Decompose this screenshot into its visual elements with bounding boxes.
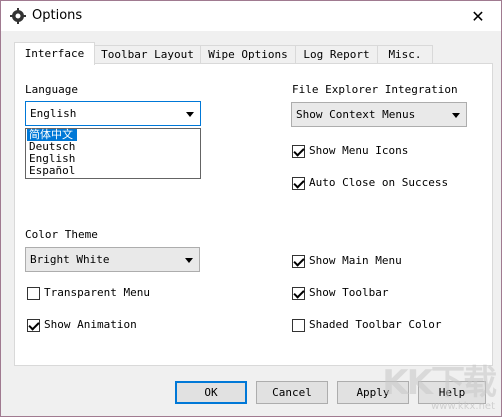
- tab-wipe-options[interactable]: Wipe Options: [200, 45, 296, 64]
- checkbox-box: [292, 177, 305, 190]
- checkbox-box: [292, 319, 305, 332]
- chevron-down-icon: [452, 113, 460, 118]
- auto-close-label: Auto Close on Success: [309, 176, 449, 189]
- tab-log-report[interactable]: Log Report: [295, 45, 378, 64]
- checkmark-icon: [293, 177, 305, 189]
- checkmark-icon: [28, 319, 40, 331]
- show-toolbar-label: Show Toolbar: [309, 286, 389, 299]
- checkbox-box: [292, 287, 305, 300]
- color-theme-value: Bright White: [30, 253, 110, 266]
- tab-misc[interactable]: Misc.: [377, 45, 433, 64]
- options-window: Options ✕ Interface Toolbar Layout Wipe …: [0, 0, 502, 417]
- apply-button[interactable]: Apply: [337, 381, 409, 404]
- file-explorer-label: File Explorer Integration: [292, 83, 458, 96]
- cancel-button[interactable]: Cancel: [256, 381, 328, 404]
- checkbox-box: [27, 319, 40, 332]
- checkbox-box: [27, 287, 40, 300]
- window-title: Options: [32, 8, 83, 23]
- language-select[interactable]: English: [25, 101, 201, 126]
- show-menu-icons-label: Show Menu Icons: [309, 144, 409, 157]
- checkbox-box: [292, 145, 305, 158]
- ok-button[interactable]: OK: [175, 381, 247, 404]
- chevron-down-icon: [186, 112, 194, 117]
- chevron-down-icon: [185, 258, 193, 263]
- show-animation-label: Show Animation: [44, 318, 137, 331]
- language-option-espanol[interactable]: Español: [27, 165, 199, 177]
- color-theme-label: Color Theme: [25, 228, 98, 241]
- title-bar: Options ✕: [1, 1, 501, 31]
- show-main-menu-label: Show Main Menu: [309, 254, 402, 267]
- app-gear-icon: [10, 8, 26, 24]
- checkmark-icon: [293, 145, 305, 157]
- transparent-menu-label: Transparent Menu: [44, 286, 150, 299]
- checkmark-icon: [293, 287, 305, 299]
- color-theme-select[interactable]: Bright White: [25, 247, 200, 272]
- file-explorer-select[interactable]: Show Context Menus: [291, 102, 467, 127]
- language-label: Language: [25, 83, 78, 96]
- checkmark-icon: [293, 255, 305, 267]
- language-value: English: [30, 107, 77, 120]
- close-icon[interactable]: ✕: [455, 1, 501, 31]
- language-dropdown-list: 简体中文 Deutsch English Español: [25, 128, 201, 179]
- shaded-toolbar-label: Shaded Toolbar Color: [309, 318, 442, 331]
- checkbox-box: [292, 255, 305, 268]
- tab-toolbar-layout[interactable]: Toolbar Layout: [94, 45, 201, 64]
- file-explorer-value: Show Context Menus: [296, 108, 416, 121]
- tab-interface[interactable]: Interface: [14, 42, 95, 65]
- help-button[interactable]: Help: [418, 381, 486, 404]
